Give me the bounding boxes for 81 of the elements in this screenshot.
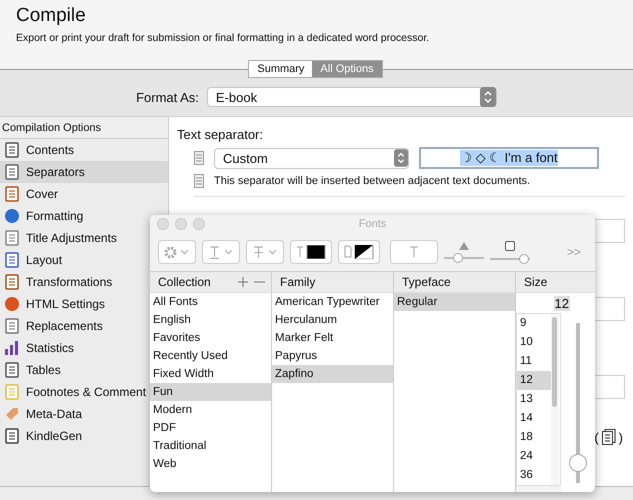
size-field[interactable]: 12 [516,293,570,313]
size-item[interactable]: 12 [517,371,551,390]
collection-item[interactable]: Fixed Width [150,365,271,383]
size-item[interactable]: 13 [517,390,551,409]
document-icon [194,174,204,188]
scrollbar[interactable] [551,314,559,485]
sidebar-item[interactable]: Title Adjustments [0,227,119,249]
collection-item[interactable]: All Fonts [150,293,271,311]
family-item[interactable]: Papyrus [272,347,393,365]
strikethrough-dropdown[interactable] [246,240,284,264]
gear-icon [164,246,190,258]
sidebar-item[interactable]: Separators [0,161,168,183]
sidebar-item[interactable]: Contents [0,139,76,161]
family-item[interactable]: Herculanum [272,311,393,329]
sidebar-item[interactable]: Transformations [0,271,114,293]
size-item[interactable]: 36 [517,466,551,485]
size-item[interactable]: 9 [517,314,551,333]
parenthesis: ) [618,430,623,444]
document-icon [602,429,616,445]
sidebar-item[interactable]: Statistics [0,337,76,359]
panel-title: Fonts [358,218,386,230]
family-item[interactable]: American Typewriter [272,293,393,311]
collection-item[interactable]: Web [150,455,271,473]
collection-item[interactable]: Modern [150,401,271,419]
strikethrough-icon [252,246,278,258]
format-dropdown[interactable]: E-book [206,87,497,107]
sidebar-item[interactable]: Cover [0,183,60,205]
size-item[interactable]: 10 [517,333,551,352]
square-icon [505,240,515,250]
family-item[interactable]: Marker Felt [272,329,393,347]
add-remove-icon[interactable] [237,276,267,288]
text-shadow-icon [409,246,419,258]
size-item[interactable]: 11 [517,352,551,371]
sidebar-item[interactable]: Replacements [0,315,105,337]
custom-separator-field[interactable]: ☽ ◇ ☾ I'm a font [419,147,599,169]
collection-item[interactable]: English [150,311,271,329]
collection-item[interactable]: Recently Used [150,347,271,365]
column-header: Collection [158,275,211,289]
family-item[interactable]: Zapfino [272,365,393,383]
parenthesis: ( [594,430,599,444]
collection-item[interactable]: Favorites [150,329,271,347]
sidebar-item[interactable]: KindleGen [0,425,84,447]
text-color-button[interactable] [290,240,332,264]
text-shadow-button[interactable] [390,240,438,264]
column-header: Typeface [402,275,451,289]
bar-chart-icon [4,340,20,356]
window-subtitle: Export or print your draft for submission or final formatting in a dedicated word processor. [16,32,430,44]
gear-dropdown[interactable] [158,240,196,264]
size-item[interactable]: 14 [517,409,551,428]
sidebar-item[interactable]: Meta-Data [0,403,84,425]
collection-item[interactable]: PDF [150,419,271,437]
collection-item[interactable]: Traditional [150,437,271,455]
size-item[interactable]: 24 [517,447,551,466]
document-color-button[interactable] [338,240,380,264]
column-header: Family [280,275,316,289]
list-icon [4,142,20,158]
tag-icon [4,406,20,422]
sidebar-item[interactable]: Layout [0,249,64,271]
sidebar-item[interactable]: Tables [0,359,63,381]
underline-icon [208,246,234,258]
underline-dropdown[interactable] [202,240,240,264]
text-color-icon [296,245,326,259]
window-title: Compile [16,5,87,27]
document-color-icon [344,245,374,259]
typeface-item[interactable]: Regular [394,293,515,311]
sidebar-item[interactable]: Formatting [0,205,86,227]
size-item[interactable]: 18 [517,428,551,447]
column-header: Size [524,275,548,289]
section-heading: Text separator: [177,127,264,142]
format-label: Format As: [136,90,199,104]
sidebar-item[interactable]: HTML Settings [0,293,107,315]
window-controls-icon[interactable] [157,218,207,230]
stepper-icon [480,87,496,107]
stepper-icon [394,149,408,167]
separator-type-dropdown[interactable]: Custom [214,148,409,168]
sidebar-item[interactable]: Footnotes & Comment [0,381,148,403]
separator-note: This separator will be inserted between adjacent text documents. [214,175,530,187]
collection-item[interactable]: Fun [150,383,271,401]
triangle-icon [459,242,469,250]
page-icon [4,230,20,246]
document-icon [194,151,204,165]
